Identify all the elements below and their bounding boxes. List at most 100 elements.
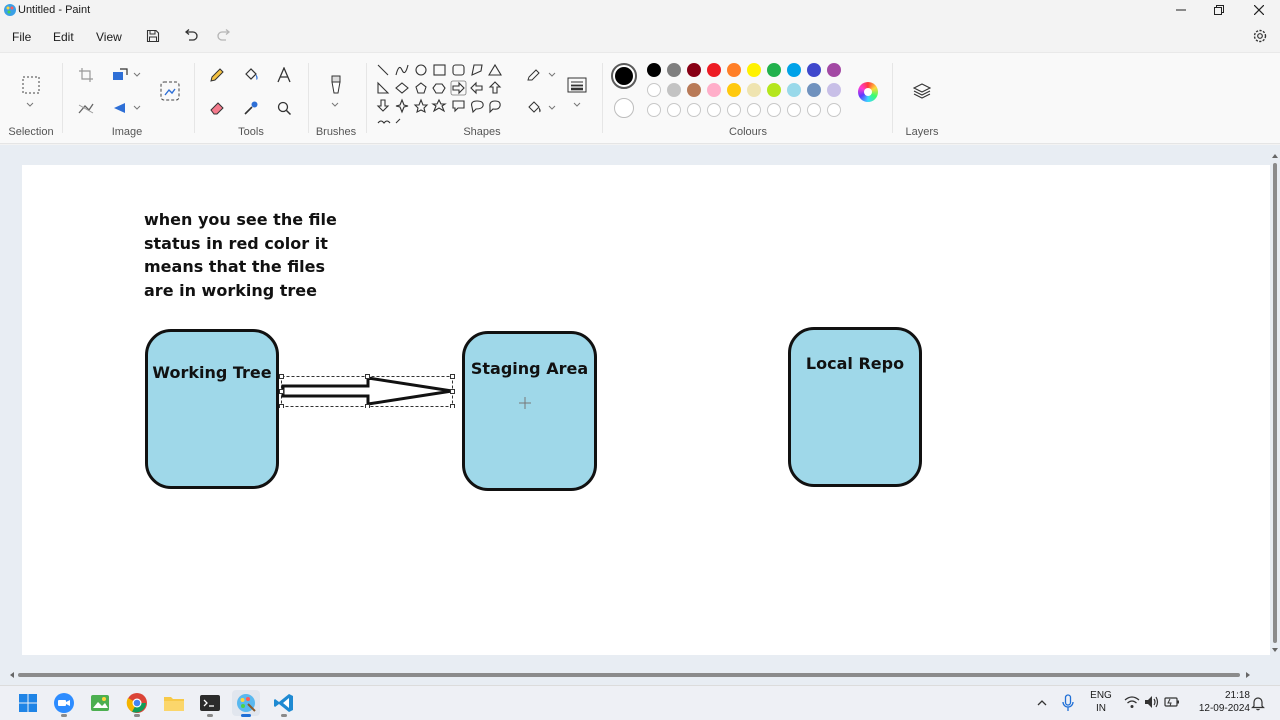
close-button[interactable] [1239,1,1279,19]
custom-colour-slot[interactable] [767,103,781,117]
notification-bell-icon[interactable] [1251,695,1265,711]
colour-swatch[interactable] [767,63,781,77]
clock[interactable]: 21:18 12-09-2024 [1184,689,1250,715]
colour-swatch[interactable] [667,83,681,97]
menu-view[interactable]: View [96,30,122,44]
magnifier-icon [277,101,292,116]
colour-swatch[interactable] [647,83,661,97]
restore-button[interactable] [1199,1,1239,19]
active-indicator [241,714,251,717]
remove-background-button[interactable] [76,98,96,118]
colour-swatch[interactable] [667,63,681,77]
custom-colour-slot[interactable] [687,103,701,117]
shape-fill-button[interactable] [524,98,544,118]
callout-rect-shape-icon [452,100,465,113]
menu-file[interactable]: File [12,30,31,44]
colour-swatch[interactable] [727,63,741,77]
volume-icon[interactable] [1144,695,1160,709]
colour-swatch[interactable] [787,63,801,77]
resize-button[interactable] [110,65,130,85]
chevron-down-icon[interactable] [548,105,556,111]
colour-swatch[interactable] [807,83,821,97]
selected-arrow-shape[interactable] [278,372,458,408]
custom-colour-slot[interactable] [727,103,741,117]
colour-swatch[interactable] [747,63,761,77]
custom-colour-slot[interactable] [667,103,681,117]
shape-outline-button[interactable] [524,65,544,85]
chevron-down-icon[interactable] [573,102,581,108]
ribbon-separator [366,63,367,133]
taskbar-chrome-app[interactable] [123,690,151,717]
shape-outline-icon [527,69,540,81]
image-select-button[interactable] [160,81,180,101]
chevron-down-icon[interactable] [548,72,556,78]
colour-swatch[interactable] [687,63,701,77]
settings-gear-icon[interactable] [1251,27,1269,45]
edit-colours-button[interactable] [858,82,878,102]
fill-button[interactable] [241,65,261,85]
colour-swatch[interactable] [747,83,761,97]
colour-swatch[interactable] [767,83,781,97]
colour-swatch[interactable] [787,83,801,97]
staging-area-box[interactable]: Staging Area [462,331,597,491]
working-tree-box[interactable]: Working Tree [145,329,279,489]
custom-colour-slot[interactable] [707,103,721,117]
colour-picker-button[interactable] [241,98,261,118]
pencil-button[interactable] [207,65,227,85]
chevron-down-icon[interactable] [331,102,339,108]
start-button[interactable] [14,690,42,716]
custom-colour-slot[interactable] [827,103,841,117]
selection-button[interactable] [21,75,41,95]
colour-swatch[interactable] [687,83,701,97]
rotate-button[interactable] [110,98,130,118]
colour-swatch[interactable] [827,83,841,97]
vertical-scrollbar[interactable] [1270,153,1280,653]
shapes-gallery[interactable] [374,63,504,127]
line-size-button[interactable] [567,75,587,95]
wifi-icon[interactable] [1124,695,1140,709]
canvas-text-note[interactable]: when you see the file status in red colo… [144,208,337,303]
crop-button[interactable] [76,65,96,85]
minimize-button[interactable] [1161,1,1201,19]
chevron-down-icon[interactable] [26,102,34,108]
custom-colour-slot[interactable] [787,103,801,117]
colour-swatch[interactable] [807,63,821,77]
colour-swatch[interactable] [647,63,661,77]
taskbar-terminal-app[interactable] [196,690,224,717]
down-arrow-shape-icon [376,99,390,112]
taskbar-vscode-app[interactable] [270,690,298,717]
custom-colour-slot[interactable] [647,103,661,117]
drawing-canvas[interactable]: when you see the file status in red colo… [22,165,1270,655]
taskbar-paint-app[interactable] [232,690,260,717]
redo-button[interactable] [215,27,233,45]
colour-swatch[interactable] [827,63,841,77]
colour-swatch[interactable] [707,83,721,97]
eraser-button[interactable] [207,98,227,118]
language-indicator[interactable]: ENG IN [1086,689,1116,715]
undo-button[interactable] [182,27,200,45]
taskbar-photo-editor-app[interactable] [86,690,114,716]
active-colour-1[interactable] [611,63,637,89]
undo-icon [184,29,198,41]
horizontal-scrollbar[interactable] [10,671,1250,679]
chevron-down-icon[interactable] [133,105,141,111]
microphone-icon[interactable] [1061,694,1075,712]
text-button[interactable] [274,65,294,85]
save-button[interactable] [144,27,162,45]
active-colour-2[interactable] [614,98,634,118]
menu-edit[interactable]: Edit [53,30,74,44]
taskbar-file-explorer-app[interactable] [160,690,188,716]
layers-button[interactable] [912,81,932,101]
show-hidden-icons-chevron-icon[interactable] [1036,697,1048,709]
colour-swatch[interactable] [707,63,721,77]
chevron-down-icon[interactable] [133,72,141,78]
group-label-brushes: Brushes [315,126,357,138]
custom-colour-slot[interactable] [747,103,761,117]
custom-colour-slot[interactable] [807,103,821,117]
magnifier-button[interactable] [274,98,294,118]
taskbar-zoom-app[interactable] [50,690,78,717]
brushes-button[interactable] [326,75,346,95]
battery-icon[interactable] [1164,695,1180,709]
local-repo-box[interactable]: Local Repo [788,327,922,487]
colour-swatch[interactable] [727,83,741,97]
